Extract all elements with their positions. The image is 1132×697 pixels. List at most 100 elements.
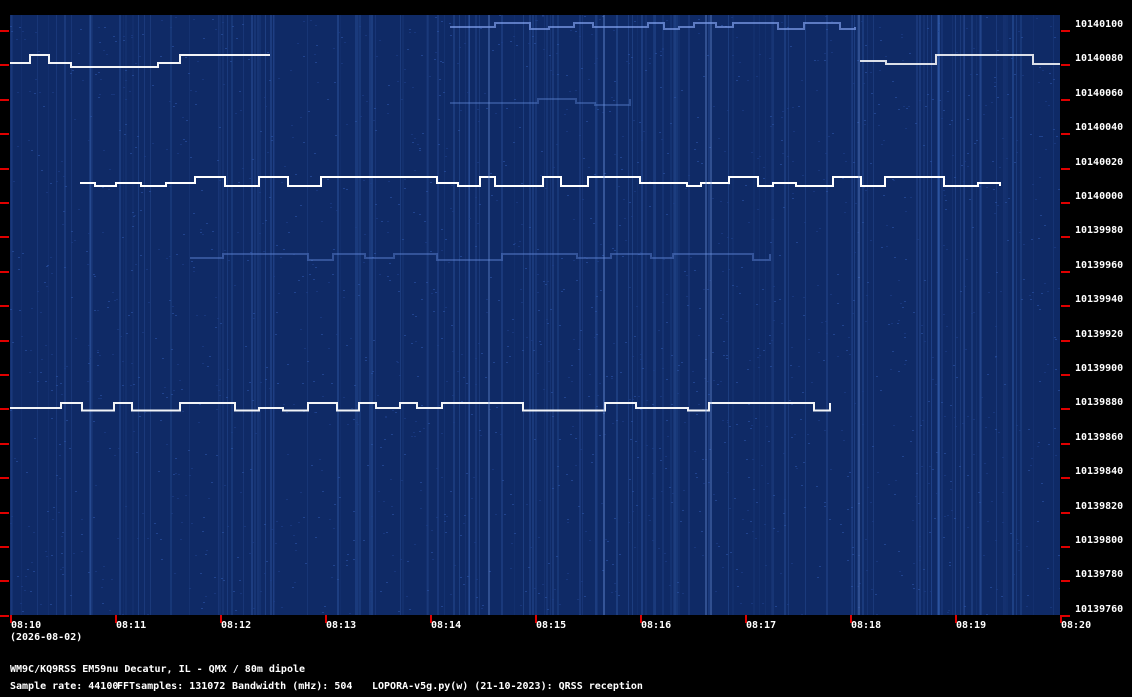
noise-speckle	[383, 533, 385, 534]
noise-speckle	[792, 107, 794, 108]
freq-marker-left	[0, 614, 9, 617]
noise-speckle	[798, 366, 800, 367]
noise-speckle	[791, 404, 793, 405]
noise-speckle	[924, 280, 926, 281]
noise-speckle	[297, 43, 299, 44]
noise-speckle	[696, 142, 698, 143]
noise-speckle	[205, 596, 207, 597]
noise-speckle	[158, 249, 160, 250]
noise-speckle	[505, 165, 507, 166]
noise-speckle	[694, 451, 696, 452]
noise-speckle	[441, 606, 443, 607]
noise-speckle	[552, 74, 554, 75]
noise-speckle	[659, 448, 661, 449]
noise-speckle	[917, 239, 919, 240]
noise-speckle	[659, 132, 661, 133]
noise-speckle	[973, 454, 975, 455]
noise-speckle	[188, 73, 190, 74]
noise-speckle	[198, 422, 200, 423]
noise-streak	[475, 15, 477, 615]
noise-speckle	[426, 191, 428, 192]
noise-speckle	[88, 363, 90, 364]
noise-speckle	[166, 444, 168, 445]
noise-speckle	[826, 333, 828, 334]
noise-speckle	[573, 339, 575, 340]
noise-speckle	[224, 250, 226, 251]
noise-speckle	[1042, 501, 1044, 502]
noise-speckle	[622, 421, 624, 422]
freq-marker-left	[0, 339, 9, 342]
noise-speckle	[763, 178, 765, 179]
noise-speckle	[102, 579, 104, 580]
noise-speckle	[757, 209, 759, 210]
noise-speckle	[512, 504, 514, 505]
noise-speckle	[178, 474, 180, 475]
noise-speckle	[624, 218, 626, 219]
time-label: 08:13	[326, 620, 357, 631]
noise-speckle	[70, 73, 72, 74]
noise-speckle	[639, 122, 641, 123]
noise-speckle	[269, 388, 271, 389]
noise-speckle	[27, 569, 29, 570]
noise-speckle	[590, 218, 592, 219]
freq-marker-left	[0, 580, 9, 583]
noise-speckle	[215, 327, 217, 328]
noise-speckle	[964, 286, 966, 287]
noise-speckle	[794, 434, 796, 435]
noise-speckle	[1039, 309, 1041, 310]
noise-speckle	[46, 192, 48, 193]
noise-speckle	[614, 583, 616, 584]
noise-speckle	[921, 325, 923, 326]
noise-speckle	[552, 265, 554, 266]
time-label: 08:14	[431, 620, 462, 631]
noise-speckle	[918, 589, 920, 590]
noise-speckle	[228, 260, 230, 261]
noise-speckle	[871, 93, 873, 94]
noise-speckle	[708, 394, 710, 395]
noise-speckle	[542, 15, 544, 16]
noise-speckle	[588, 396, 590, 397]
freq-marker-left	[0, 202, 9, 204]
noise-speckle	[748, 477, 750, 478]
noise-speckle	[481, 608, 483, 609]
noise-speckle	[892, 179, 894, 180]
noise-speckle	[1031, 239, 1033, 240]
noise-speckle	[305, 563, 307, 564]
noise-speckle	[1058, 555, 1060, 556]
noise-speckle	[205, 554, 207, 555]
noise-speckle	[74, 119, 76, 120]
noise-streak	[579, 15, 581, 615]
freq-label: 10139820	[1075, 500, 1124, 512]
noise-speckle	[1045, 101, 1047, 102]
noise-speckle	[230, 61, 232, 62]
noise-speckle	[890, 295, 892, 296]
noise-speckle	[173, 106, 175, 107]
noise-speckle	[1016, 425, 1018, 426]
noise-speckle	[278, 571, 280, 572]
noise-speckle	[460, 535, 462, 536]
noise-speckle	[636, 306, 638, 307]
interference-line	[705, 15, 707, 615]
noise-speckle	[414, 32, 416, 33]
noise-streak	[546, 15, 548, 615]
noise-speckle	[98, 27, 100, 28]
noise-speckle	[321, 221, 323, 222]
noise-speckle	[219, 127, 221, 128]
noise-speckle	[170, 27, 172, 28]
noise-speckle	[475, 246, 477, 247]
noise-speckle	[539, 500, 541, 501]
noise-speckle	[542, 16, 544, 17]
noise-speckle	[739, 62, 741, 63]
noise-speckle	[817, 60, 819, 61]
noise-speckle	[728, 184, 730, 185]
noise-speckle	[1004, 384, 1006, 385]
noise-speckle	[1048, 444, 1050, 445]
noise-speckle	[1016, 140, 1018, 141]
noise-speckle	[397, 362, 399, 363]
noise-speckle	[56, 376, 58, 377]
noise-speckle	[205, 454, 207, 455]
noise-speckle	[618, 595, 620, 596]
noise-speckle	[376, 218, 378, 219]
noise-speckle	[216, 409, 218, 410]
noise-speckle	[943, 245, 945, 246]
